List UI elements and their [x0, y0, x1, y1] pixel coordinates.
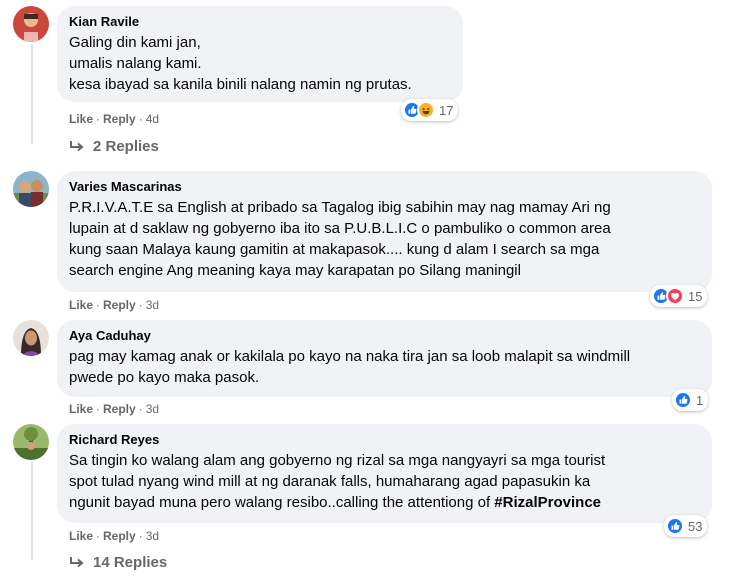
reaction-summary[interactable]: 53 [664, 515, 708, 537]
comment-actions: Like · Reply · 4d [69, 112, 160, 126]
timestamp[interactable]: 3d [146, 529, 159, 543]
reaction-count: 1 [696, 392, 704, 408]
comment-actions: Like · Reply · 3d [69, 529, 160, 543]
like-link[interactable]: Like [69, 112, 93, 126]
comment-text: P.R.I.V.A.T.E sa English at pribado sa T… [69, 199, 611, 279]
reaction-count: 15 [688, 288, 703, 304]
reply-link[interactable]: Reply [103, 298, 136, 312]
reply-arrow-icon [70, 140, 84, 151]
like-link[interactable]: Like [69, 298, 93, 312]
avatar[interactable] [13, 320, 49, 356]
reply-link[interactable]: Reply [103, 112, 136, 126]
reaction-count: 53 [688, 518, 703, 534]
view-replies-button[interactable]: 14 Replies [69, 554, 167, 571]
timestamp[interactable]: 3d [146, 298, 159, 312]
comment-bubble: Richard Reyes Sa tingin ko walang alam a… [57, 424, 712, 523]
comment-actions: Like · Reply · 3d [69, 402, 160, 416]
comment-author[interactable]: Aya Caduhay [69, 328, 700, 344]
timestamp[interactable]: 3d [146, 402, 159, 416]
like-icon [666, 517, 684, 535]
comment-bubble: Aya Caduhay pag may kamag anak or kakila… [57, 320, 712, 397]
comment-text: pag may kamag anak or kakilala po kayo n… [69, 348, 631, 386]
reaction-summary[interactable]: 17 [401, 99, 459, 121]
reaction-count: 17 [439, 102, 454, 118]
like-link[interactable]: Like [69, 402, 93, 416]
comment-author[interactable]: Varies Mascarinas [69, 179, 700, 195]
comment-bubble: Varies Mascarinas P.R.I.V.A.T.E sa Engli… [57, 171, 712, 292]
avatar[interactable] [13, 171, 49, 207]
reaction-summary[interactable]: 15 [650, 285, 708, 307]
comment-text: Sa tingin ko walang alam ang gobyerno ng… [69, 450, 700, 513]
love-icon [666, 287, 684, 305]
thread-line [31, 462, 33, 560]
timestamp[interactable]: 4d [146, 112, 159, 126]
comment-text: Galing din kami jan, umalis nalang kami.… [69, 34, 412, 93]
replies-label: 14 Replies [93, 554, 168, 571]
haha-icon [417, 101, 435, 119]
hashtag-link[interactable]: #RizalProvince [494, 494, 601, 511]
comment-bubble: Kian Ravile Galing din kami jan, umalis … [57, 6, 463, 102]
avatar[interactable] [13, 424, 49, 460]
replies-label: 2 Replies [93, 138, 159, 155]
view-replies-button[interactable]: 2 Replies [69, 138, 159, 155]
comment-author[interactable]: Richard Reyes [69, 432, 700, 448]
reply-arrow-icon [70, 556, 84, 567]
thread-line [31, 44, 33, 144]
avatar[interactable] [13, 6, 49, 42]
comment-author[interactable]: Kian Ravile [69, 14, 451, 30]
reply-link[interactable]: Reply [103, 529, 136, 543]
reaction-summary[interactable]: 1 [672, 389, 709, 411]
comment-actions: Like · Reply · 3d [69, 298, 160, 312]
like-icon [674, 391, 692, 409]
reply-link[interactable]: Reply [103, 402, 136, 416]
like-link[interactable]: Like [69, 529, 93, 543]
